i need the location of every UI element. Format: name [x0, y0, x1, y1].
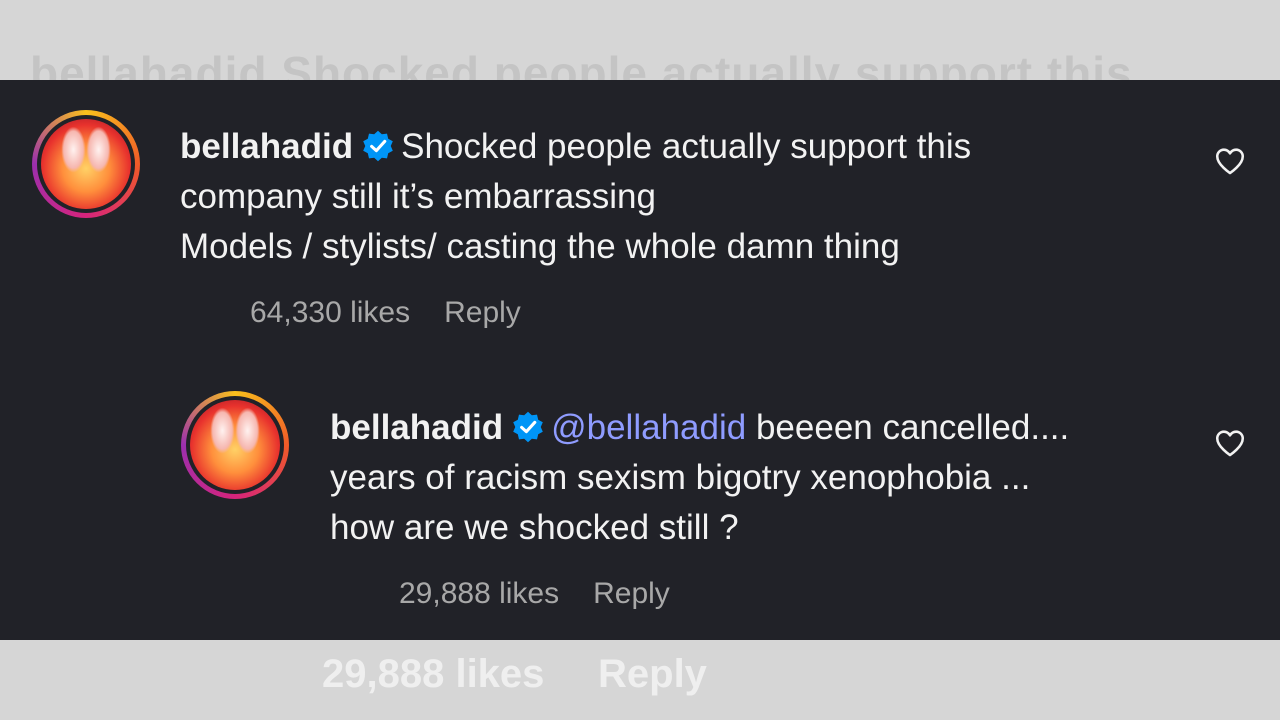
like-button[interactable] [1213, 144, 1247, 178]
background-reply-label: Reply [598, 652, 707, 696]
likes-count[interactable]: 64,330 likes [250, 296, 410, 330]
avatar-image [190, 400, 280, 490]
comment-meta: 64,330 likes Reply [250, 296, 521, 330]
reply-button[interactable]: Reply [444, 296, 521, 330]
background-meta-bottom: 29,888 likes Reply [0, 640, 1280, 720]
reply-button[interactable]: Reply [593, 577, 670, 611]
likes-count[interactable]: 29,888 likes [399, 577, 559, 611]
like-button[interactable] [1213, 426, 1247, 460]
comment-meta: 29,888 likes Reply [399, 577, 670, 611]
background-likes-count: 29,888 likes [322, 652, 545, 696]
comment-line: company still it’s embarrassing [180, 177, 656, 216]
comment-line: Models / stylists/ casting the whole dam… [180, 227, 900, 266]
verified-badge-icon [513, 411, 543, 443]
avatar-image [41, 119, 131, 209]
background-caption-top: bellahadid Shocked people actually suppo… [30, 42, 1250, 80]
comment-line: years of racism sexism bigotry xenophobi… [330, 458, 1031, 497]
verified-badge-icon [363, 130, 393, 162]
avatar[interactable] [181, 391, 289, 499]
comments-panel: bellahadid Shocked people actually suppo… [0, 80, 1280, 640]
heart-outline-icon [1215, 430, 1245, 457]
comment-line: Shocked people actually support this [401, 127, 972, 166]
comment-username[interactable]: bellahadid [330, 408, 503, 447]
comment-text: bellahadid @bellahadid beeeen cancelled.… [330, 403, 1069, 553]
comment-username[interactable]: bellahadid [180, 127, 353, 166]
avatar[interactable] [32, 110, 140, 218]
comment-line: beeeen cancelled.... [755, 408, 1070, 447]
background-caption-text: bellahadid Shocked people actually suppo… [30, 47, 1133, 80]
comment-line: how are we shocked still ? [330, 508, 739, 547]
heart-outline-icon [1215, 148, 1245, 175]
comment-text: bellahadid Shocked people actually suppo… [180, 122, 971, 272]
mention-link[interactable]: @bellahadid [551, 408, 746, 447]
